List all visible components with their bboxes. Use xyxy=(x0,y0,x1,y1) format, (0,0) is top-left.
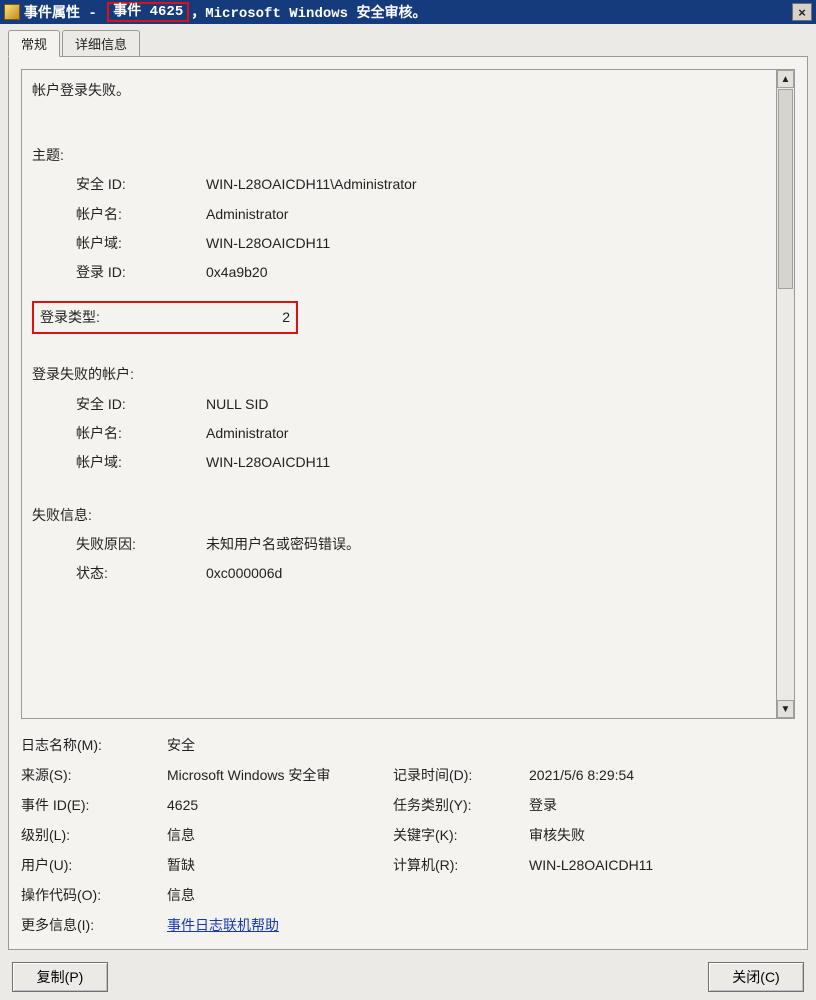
failed-account-value: Administrator xyxy=(206,421,288,446)
logon-type-value: 2 xyxy=(240,305,290,330)
subject-account-value: Administrator xyxy=(206,202,288,227)
opcode-value: 信息 xyxy=(167,885,795,905)
close-button-label: 关闭(C) xyxy=(732,969,779,985)
moreinfo-link[interactable]: 事件日志联机帮助 xyxy=(167,917,279,933)
title-prefix: 事件属性 - xyxy=(24,2,105,22)
desc-headline: 帐户登录失败。 xyxy=(32,78,766,103)
description-scrollbar[interactable]: ▲ ▼ xyxy=(777,69,795,719)
log-name-label: 日志名称(M): xyxy=(21,735,161,755)
event-properties-window: 事件属性 - 事件 4625 ，Microsoft Windows 安全审核。 … xyxy=(0,0,816,1000)
source-label: 来源(S): xyxy=(21,765,161,785)
failed-account-label: 帐户名: xyxy=(76,421,206,446)
copy-button[interactable]: 复制(P) xyxy=(12,962,108,992)
chevron-down-icon: ▼ xyxy=(781,704,791,715)
opcode-label: 操作代码(O): xyxy=(21,885,161,905)
logged-value: 2021/5/6 8:29:54 xyxy=(529,767,795,783)
failure-reason-label: 失败原因: xyxy=(76,532,206,557)
close-icon: × xyxy=(798,5,806,20)
user-value: 暂缺 xyxy=(167,855,387,875)
computer-label: 计算机(R): xyxy=(393,855,523,875)
tabstrip: 常规 详细信息 xyxy=(8,30,808,56)
title-suffix: ，Microsoft Windows 安全审核。 xyxy=(191,2,426,22)
level-value: 信息 xyxy=(167,825,387,845)
subject-account-label: 帐户名: xyxy=(76,202,206,227)
dialog-footer: 复制(P) 关闭(C) xyxy=(8,962,808,992)
title-event-id-highlight: 事件 4625 xyxy=(107,2,189,22)
titlebar: 事件属性 - 事件 4625 ，Microsoft Windows 安全审核。 … xyxy=(0,0,816,24)
moreinfo-label: 更多信息(I): xyxy=(21,915,161,935)
event-description: 帐户登录失败。 主题: 安全 ID: WIN-L28OAICDH11\Admin… xyxy=(21,69,777,719)
taskcat-label: 任务类别(Y): xyxy=(393,795,523,815)
failed-account-title: 登录失败的帐户: xyxy=(32,362,766,387)
failed-sid-label: 安全 ID: xyxy=(76,392,206,417)
user-label: 用户(U): xyxy=(21,855,161,875)
failure-reason-value: 未知用户名或密码错误。 xyxy=(206,532,360,557)
failed-sid-value: NULL SID xyxy=(206,392,269,417)
subject-domain-label: 帐户域: xyxy=(76,231,206,256)
scrollbar-down-button[interactable]: ▼ xyxy=(777,700,794,718)
failure-status-value: 0xc000006d xyxy=(206,561,282,586)
tab-general[interactable]: 常规 xyxy=(8,30,60,57)
logon-type-highlight: 登录类型: 2 xyxy=(32,301,298,334)
keywords-value: 审核失败 xyxy=(529,825,795,845)
subject-logonid-label: 登录 ID: xyxy=(76,260,206,285)
subject-sid-value: WIN-L28OAICDH11\Administrator xyxy=(206,172,417,197)
log-name-value: 安全 xyxy=(167,735,795,755)
eventid-value: 4625 xyxy=(167,797,387,813)
scrollbar-thumb[interactable] xyxy=(778,89,793,289)
tab-details[interactable]: 详细信息 xyxy=(62,30,140,56)
failed-domain-label: 帐户域: xyxy=(76,450,206,475)
failed-domain-value: WIN-L28OAICDH11 xyxy=(206,450,330,475)
subject-title: 主题: xyxy=(32,143,766,168)
event-info-grid: 日志名称(M): 安全 来源(S): Microsoft Windows 安全审… xyxy=(21,735,795,935)
scrollbar-up-button[interactable]: ▲ xyxy=(777,70,794,88)
logged-label: 记录时间(D): xyxy=(393,765,523,785)
computer-value: WIN-L28OAICDH11 xyxy=(529,857,795,873)
close-button[interactable]: 关闭(C) xyxy=(708,962,804,992)
tab-panel-general: ⬆ ⬇ 帐户登录失败。 主题: 安全 ID: WIN-L28OAICDH11\A… xyxy=(8,56,808,950)
subject-domain-value: WIN-L28OAICDH11 xyxy=(206,231,330,256)
client-area: 常规 详细信息 ⬆ ⬇ 帐户登录失败。 主题: xyxy=(0,24,816,1000)
tab-details-label: 详细信息 xyxy=(75,37,127,52)
subject-sid-label: 安全 ID: xyxy=(76,172,206,197)
level-label: 级别(L): xyxy=(21,825,161,845)
subject-logonid-value: 0x4a9b20 xyxy=(206,260,268,285)
taskcat-value: 登录 xyxy=(529,795,795,815)
app-icon xyxy=(4,4,20,20)
failure-info-title: 失败信息: xyxy=(32,503,766,528)
eventid-label: 事件 ID(E): xyxy=(21,795,161,815)
tab-general-label: 常规 xyxy=(21,37,47,52)
window-close-button[interactable]: × xyxy=(792,3,812,21)
chevron-up-icon: ▲ xyxy=(781,74,791,85)
copy-button-label: 复制(P) xyxy=(37,969,84,985)
keywords-label: 关键字(K): xyxy=(393,825,523,845)
source-value: Microsoft Windows 安全审 xyxy=(167,765,387,785)
logon-type-label: 登录类型: xyxy=(40,305,240,330)
failure-status-label: 状态: xyxy=(76,561,206,586)
description-wrap: 帐户登录失败。 主题: 安全 ID: WIN-L28OAICDH11\Admin… xyxy=(21,69,795,719)
